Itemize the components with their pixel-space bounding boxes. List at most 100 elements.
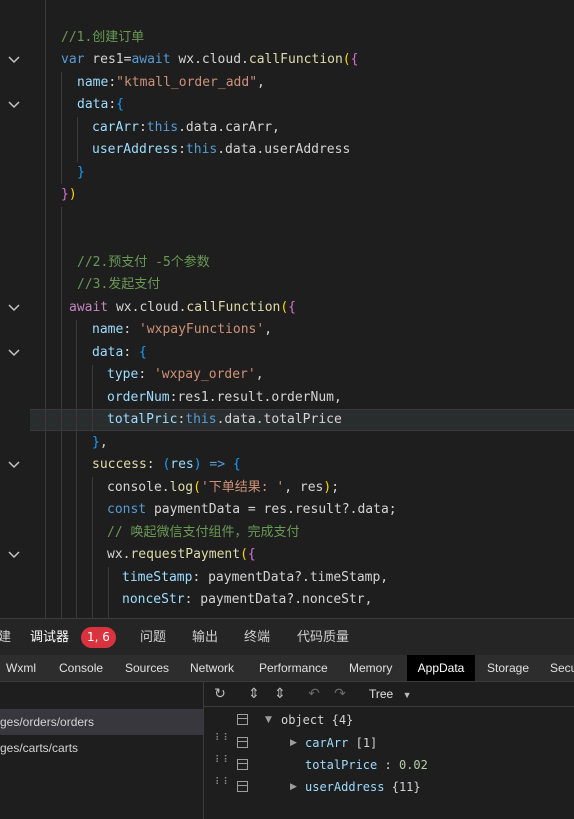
tab-debugger[interactable]: 调试器 bbox=[30, 619, 69, 656]
code-token: { bbox=[116, 97, 124, 112]
code-line[interactable]: type: 'wxpay_order', bbox=[107, 364, 264, 386]
code-line[interactable]: var res1=await wx.cloud.callFunction({ bbox=[61, 49, 358, 71]
code-token: } bbox=[61, 187, 69, 202]
redo-icon[interactable]: ↷ bbox=[332, 686, 348, 702]
collapsed-arrow-icon[interactable]: ▶ bbox=[290, 776, 297, 798]
expanded-arrow-icon[interactable]: ▼ bbox=[265, 709, 272, 731]
tree-row[interactable]: ⠇⠇ ▶ userAddress {11} bbox=[204, 776, 574, 798]
drag-handle-icon[interactable]: ⠇⠇ bbox=[215, 756, 231, 771]
code-line[interactable]: // 唤起微信支付组件，完成支付 bbox=[107, 522, 299, 544]
collapse-box-icon[interactable] bbox=[237, 781, 248, 792]
tab-memory[interactable]: Memory bbox=[349, 655, 392, 681]
code-line[interactable]: timeStamp: paymentData?.timeStamp, bbox=[122, 567, 388, 589]
code-token: .data.carArr, bbox=[178, 120, 280, 135]
code-token: { bbox=[350, 52, 359, 67]
tab-console[interactable]: Console bbox=[59, 655, 103, 681]
code-token: console. bbox=[107, 480, 170, 495]
fold-chevron-icon[interactable] bbox=[7, 454, 21, 476]
code-token: .data.userAddress bbox=[217, 142, 351, 157]
tree-root-row[interactable]: ▼ object {4} bbox=[204, 709, 574, 731]
code-token: timeStamp bbox=[122, 570, 193, 585]
code-token: this bbox=[185, 412, 217, 427]
code-token: : bbox=[146, 457, 163, 472]
code-token: , res bbox=[284, 480, 324, 495]
code-token: } bbox=[92, 435, 100, 450]
code-token: type bbox=[107, 367, 139, 382]
code-token: carArr bbox=[92, 120, 139, 135]
code-token: paymentData = res.result?.data; bbox=[146, 502, 397, 517]
code-token: this bbox=[185, 142, 218, 157]
code-line[interactable]: wx.requestPayment({ bbox=[107, 544, 256, 566]
undo-icon[interactable]: ↶ bbox=[306, 686, 322, 702]
tab-sources[interactable]: Sources bbox=[125, 655, 169, 681]
collapse-box-icon[interactable] bbox=[237, 714, 248, 725]
code-token: ( bbox=[342, 52, 351, 67]
drag-handle-icon[interactable]: ⠇⠇ bbox=[215, 734, 231, 749]
collapse-box-icon[interactable] bbox=[237, 737, 248, 748]
code-line[interactable]: const paymentData = res.result?.data; bbox=[107, 499, 397, 521]
code-line[interactable]: }) bbox=[61, 184, 77, 206]
code-token: totalPric bbox=[107, 412, 178, 427]
code-line[interactable]: success: (res) => { bbox=[92, 454, 241, 476]
tab-storage[interactable]: Storage bbox=[487, 655, 529, 681]
code-token: nonceStr bbox=[122, 592, 185, 607]
code-token: : bbox=[108, 75, 117, 90]
code-line[interactable]: data: { bbox=[92, 342, 147, 364]
code-line[interactable]: totalPric:this.data.totalPrice bbox=[107, 409, 342, 431]
collapse-all-icon[interactable]: ⇕ bbox=[272, 686, 288, 702]
page-item-carts[interactable]: ges/carts/carts bbox=[0, 735, 203, 761]
tab-output[interactable]: 输出 bbox=[192, 619, 218, 656]
code-token: => bbox=[201, 457, 226, 472]
code-line[interactable]: } bbox=[77, 162, 85, 184]
error-warning-badge[interactable]: 1, 6 bbox=[81, 627, 116, 648]
fold-chevron-icon[interactable] bbox=[7, 49, 21, 71]
code-token: : paymentData?.nonceStr, bbox=[184, 592, 373, 607]
tab-problems[interactable]: 问题 bbox=[140, 619, 166, 656]
tree-row[interactable]: ⠇⠇ ▶ carArr [1] bbox=[204, 732, 574, 754]
code-line[interactable]: name: 'wxpayFunctions', bbox=[92, 319, 272, 341]
tab-build[interactable]: 建 bbox=[0, 619, 11, 656]
code-token: wx. bbox=[107, 547, 131, 562]
code-line[interactable]: carArr:this.data.carArr, bbox=[92, 117, 280, 139]
tab-terminal[interactable]: 终端 bbox=[244, 619, 270, 656]
code-token: data bbox=[77, 97, 109, 112]
editable-value[interactable]: 0.02 bbox=[399, 758, 428, 772]
tab-network[interactable]: Network bbox=[190, 655, 234, 681]
code-line[interactable]: userAddress:this.data.userAddress bbox=[92, 139, 350, 161]
code-line[interactable]: name:"ktmall_order_add", bbox=[77, 72, 265, 94]
fold-chevron-icon[interactable] bbox=[7, 342, 21, 364]
fold-chevron-icon[interactable] bbox=[7, 297, 21, 319]
code-token: ( bbox=[240, 547, 248, 562]
refresh-icon[interactable]: ↻ bbox=[212, 686, 228, 702]
collapse-box-icon[interactable] bbox=[237, 759, 248, 770]
tab-appdata[interactable]: AppData bbox=[407, 655, 475, 681]
code-line[interactable]: data:{ bbox=[77, 94, 124, 116]
tab-performance[interactable]: Performance bbox=[259, 655, 328, 681]
code-line[interactable]: }, bbox=[92, 432, 108, 454]
tab-code-quality[interactable]: 代码质量 bbox=[297, 619, 349, 656]
tab-wxml[interactable]: Wxml bbox=[6, 655, 36, 681]
code-line[interactable]: nonceStr: paymentData?.nonceStr, bbox=[122, 589, 372, 611]
code-line[interactable]: orderNum:res1.result.orderNum, bbox=[107, 387, 342, 409]
code-line[interactable]: await wx.cloud.callFunction({ bbox=[69, 297, 296, 319]
drag-handle-icon[interactable]: ⠇⠇ bbox=[215, 778, 231, 793]
indent-guide bbox=[77, 117, 78, 162]
page-item-orders[interactable]: ges/orders/orders bbox=[0, 709, 203, 735]
code-token: wx.cloud. bbox=[170, 52, 249, 67]
code-line[interactable]: console.log('下单结果: ', res); bbox=[107, 477, 339, 499]
code-editor[interactable]: //1.创建订单 var res1=await wx.cloud.callFunc… bbox=[0, 0, 574, 618]
code-token: await bbox=[131, 52, 171, 67]
expand-all-icon[interactable]: ⇕ bbox=[246, 686, 262, 702]
collapsed-arrow-icon[interactable]: ▶ bbox=[290, 732, 297, 754]
code-token: name bbox=[92, 322, 124, 337]
code-line[interactable]: //2.预支付 -5个参数 bbox=[77, 252, 210, 274]
code-line[interactable]: //1.创建订单 bbox=[61, 27, 144, 49]
appdata-toolbar: ↻ ⇕ ⇕ ↶ ↷ Tree ▼ bbox=[204, 682, 574, 707]
fold-chevron-icon[interactable] bbox=[7, 94, 21, 116]
tab-security[interactable]: Secu bbox=[550, 655, 574, 681]
tree-row[interactable]: ⠇⠇ totalPrice : 0.02 bbox=[204, 754, 574, 776]
code-token: ( bbox=[280, 300, 289, 315]
fold-chevron-icon[interactable] bbox=[7, 544, 21, 566]
code-line[interactable]: //3.发起支付 bbox=[77, 274, 160, 296]
view-mode-select[interactable]: Tree ▼ bbox=[369, 686, 412, 703]
